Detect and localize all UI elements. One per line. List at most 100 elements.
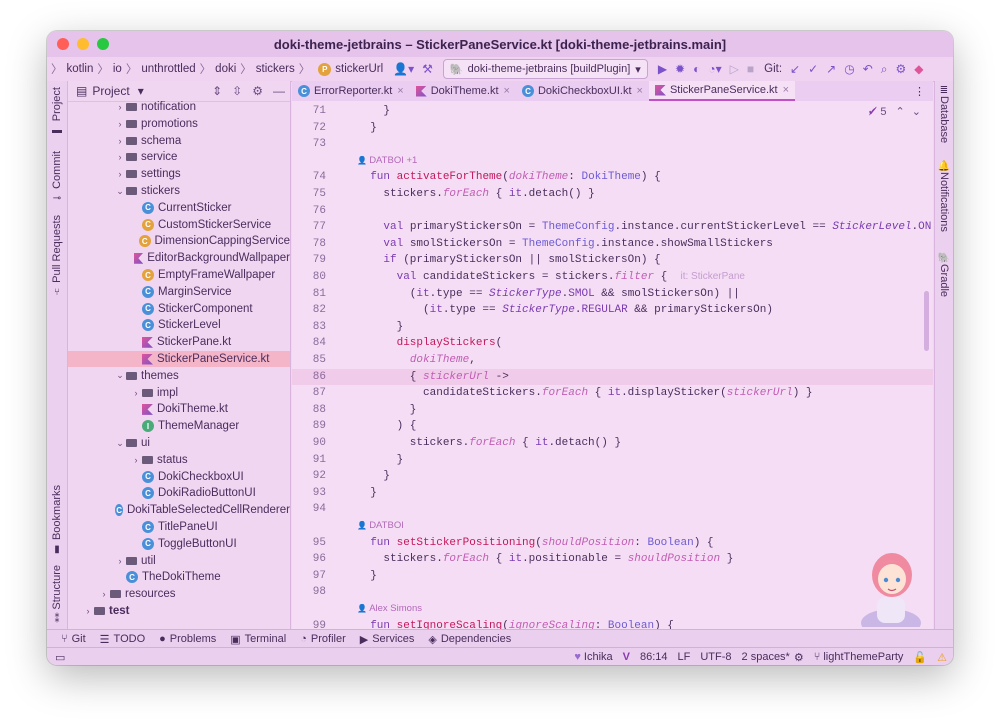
caret-position[interactable]: 86:14 (640, 651, 668, 663)
line-number[interactable]: 96 (292, 551, 326, 567)
code-author-hint[interactable]: 👤 DATBOI +1 (357, 154, 417, 168)
line-number[interactable]: 78 (292, 236, 326, 252)
profile-icon[interactable]: ◔▾ (708, 62, 721, 76)
chevron-right-icon[interactable]: › (130, 388, 142, 398)
breadcrumb-item[interactable]: kotlin (67, 63, 94, 75)
code-line[interactable]: 72 } (292, 120, 933, 136)
code-line[interactable]: 82 (it.type == StickerType.REGULAR && pr… (292, 302, 933, 318)
tree-file[interactable]: EditorBackgroundWallpaper (68, 250, 290, 266)
indent-setting[interactable]: 2 spaces* (742, 651, 790, 663)
code-line[interactable]: 88 } (292, 402, 933, 418)
editor-tab[interactable]: C ErrorReporter.kt × (292, 81, 410, 101)
tool-window-bookmarks[interactable]: Bookmarks ▮ (47, 485, 67, 555)
code-line[interactable]: 90 stickers.forEach { it.detach() } (292, 435, 933, 451)
line-number[interactable]: 75 (292, 186, 326, 202)
theme-widget[interactable]: ♥ Ichika (574, 651, 612, 663)
chevron-down-icon[interactable]: ▾ (138, 84, 144, 98)
tree-file[interactable]: C EmptyFrameWallpaper (68, 267, 290, 283)
code-line[interactable]: 73 (292, 136, 933, 152)
push-icon[interactable]: ↗ (826, 62, 836, 76)
line-number[interactable]: 88 (292, 402, 326, 418)
editor-tab[interactable]: StickerPaneService.kt × (648, 81, 796, 101)
tree-file[interactable]: DokiTheme.kt (68, 401, 290, 417)
coverage-icon[interactable]: ◐ (693, 62, 700, 76)
tree-file[interactable]: C MarginService (68, 284, 290, 300)
breadcrumb-item[interactable]: io (113, 63, 122, 75)
tool-window-notifications[interactable]: 🔔 Notifications (935, 161, 953, 232)
search-icon[interactable]: ⌕ (881, 62, 888, 77)
close-tab-icon[interactable]: × (397, 85, 403, 97)
tree-folder[interactable]: › notification (68, 99, 290, 115)
tree-folder[interactable]: ⌄ ui (68, 435, 290, 451)
tree-file[interactable]: C TitlePaneUI (68, 519, 290, 535)
tree-folder[interactable]: › schema (68, 133, 290, 149)
git-branch-widget[interactable]: ⑂ lightThemeParty (814, 651, 904, 663)
code-line[interactable]: 96 stickers.forEach { it.positionable = … (292, 551, 933, 567)
more-icon[interactable]: ⋮ (914, 85, 925, 98)
tool-window-button[interactable]: ● Problems (159, 633, 216, 645)
chevron-right-icon[interactable]: › (114, 169, 126, 179)
rerun-icon[interactable]: ▷ (730, 62, 739, 76)
breadcrumb-item[interactable]: doki (215, 63, 236, 75)
tree-folder[interactable]: ⌄ stickers (68, 183, 290, 199)
line-number[interactable]: 87 (292, 385, 326, 401)
tool-window-gradle[interactable]: 🐘 Gradle (935, 253, 953, 297)
tree-file[interactable]: StickerPane.kt (68, 334, 290, 350)
tree-folder[interactable]: › promotions (68, 116, 290, 132)
line-number[interactable]: 97 (292, 568, 326, 584)
code-line[interactable]: 75 stickers.forEach { it.detach() } (292, 186, 933, 202)
code-line[interactable]: 89 ) { (292, 418, 933, 434)
line-number[interactable]: 82 (292, 302, 326, 318)
line-number[interactable]: 80 (292, 269, 326, 285)
line-number[interactable]: 77 (292, 219, 326, 235)
chevron-right-icon[interactable]: › (114, 102, 126, 112)
code-line[interactable]: 97 } (292, 568, 933, 584)
editor-tab[interactable]: C DokiCheckboxUI.kt × (516, 81, 649, 101)
tree-folder[interactable]: › impl (68, 385, 290, 401)
user-icon[interactable]: 👤▾ (393, 62, 414, 76)
tool-window-button[interactable]: ◈ Dependencies (428, 633, 511, 646)
gear-icon[interactable]: ⚙ (252, 84, 263, 98)
line-number[interactable]: 81 (292, 286, 326, 302)
tree-folder[interactable]: › test (68, 603, 290, 619)
code-line[interactable]: 92 } (292, 468, 933, 484)
tool-window-button[interactable]: ☰ TODO (100, 633, 145, 646)
tool-window-button[interactable]: ⑂ Git (61, 633, 86, 645)
chevron-right-icon[interactable]: › (114, 556, 126, 566)
code-line[interactable]: 93 } (292, 485, 933, 501)
lock-icon[interactable]: 🔓 (913, 651, 927, 664)
tree-file[interactable]: C DokiRadioButtonUI (68, 485, 290, 501)
tree-file[interactable]: C TheDokiTheme (68, 569, 290, 585)
line-number[interactable]: 71 (292, 103, 326, 119)
code-line[interactable]: 77 val primaryStickersOn = ThemeConfig.i… (292, 219, 933, 235)
code-line[interactable]: 91 } (292, 452, 933, 468)
tree-folder[interactable]: › service (68, 149, 290, 165)
settings-icon[interactable]: ⚙ (895, 62, 906, 76)
line-number[interactable]: 98 (292, 584, 326, 600)
code-line[interactable]: 95 fun setStickerPositioning(shouldPosit… (292, 535, 933, 551)
line-number[interactable]: 85 (292, 352, 326, 368)
file-encoding[interactable]: UTF-8 (700, 651, 731, 663)
hammer-icon[interactable]: ⚒ (422, 62, 433, 76)
code-line[interactable]: 85 dokiTheme, (292, 352, 933, 368)
update-icon[interactable]: ↙ (790, 62, 800, 76)
run-config-select[interactable]: 🐘 doki-theme-jetbrains [buildPlugin] ▾ (442, 59, 648, 79)
tree-file[interactable]: C DimensionCappingService (68, 233, 290, 249)
history-icon[interactable]: ◷ (844, 62, 854, 76)
tree-folder[interactable]: › status (68, 452, 290, 468)
collapse-all-icon[interactable]: ⇳ (232, 84, 242, 98)
tool-window-database[interactable]: ≣ Database (935, 85, 953, 143)
line-number[interactable]: 86 (292, 369, 326, 385)
breadcrumb-item[interactable]: stickers (256, 63, 295, 75)
debug-icon[interactable]: ✹ (675, 62, 685, 76)
line-number[interactable]: 99 (292, 618, 326, 629)
code-line[interactable]: 83 } (292, 319, 933, 335)
close-tab-icon[interactable]: × (783, 84, 789, 96)
chevron-down-icon[interactable]: ⌄ (114, 438, 126, 449)
line-number[interactable]: 91 (292, 452, 326, 468)
tree-folder[interactable]: ⌄ themes (68, 368, 290, 384)
stop-icon[interactable]: ■ (747, 62, 754, 76)
code-line[interactable]: 87 candidateStickers.forEach { it.displa… (292, 385, 933, 401)
tree-folder[interactable]: › util (68, 553, 290, 569)
tree-file[interactable]: C DokiTableSelectedCellRenderer (68, 502, 290, 518)
